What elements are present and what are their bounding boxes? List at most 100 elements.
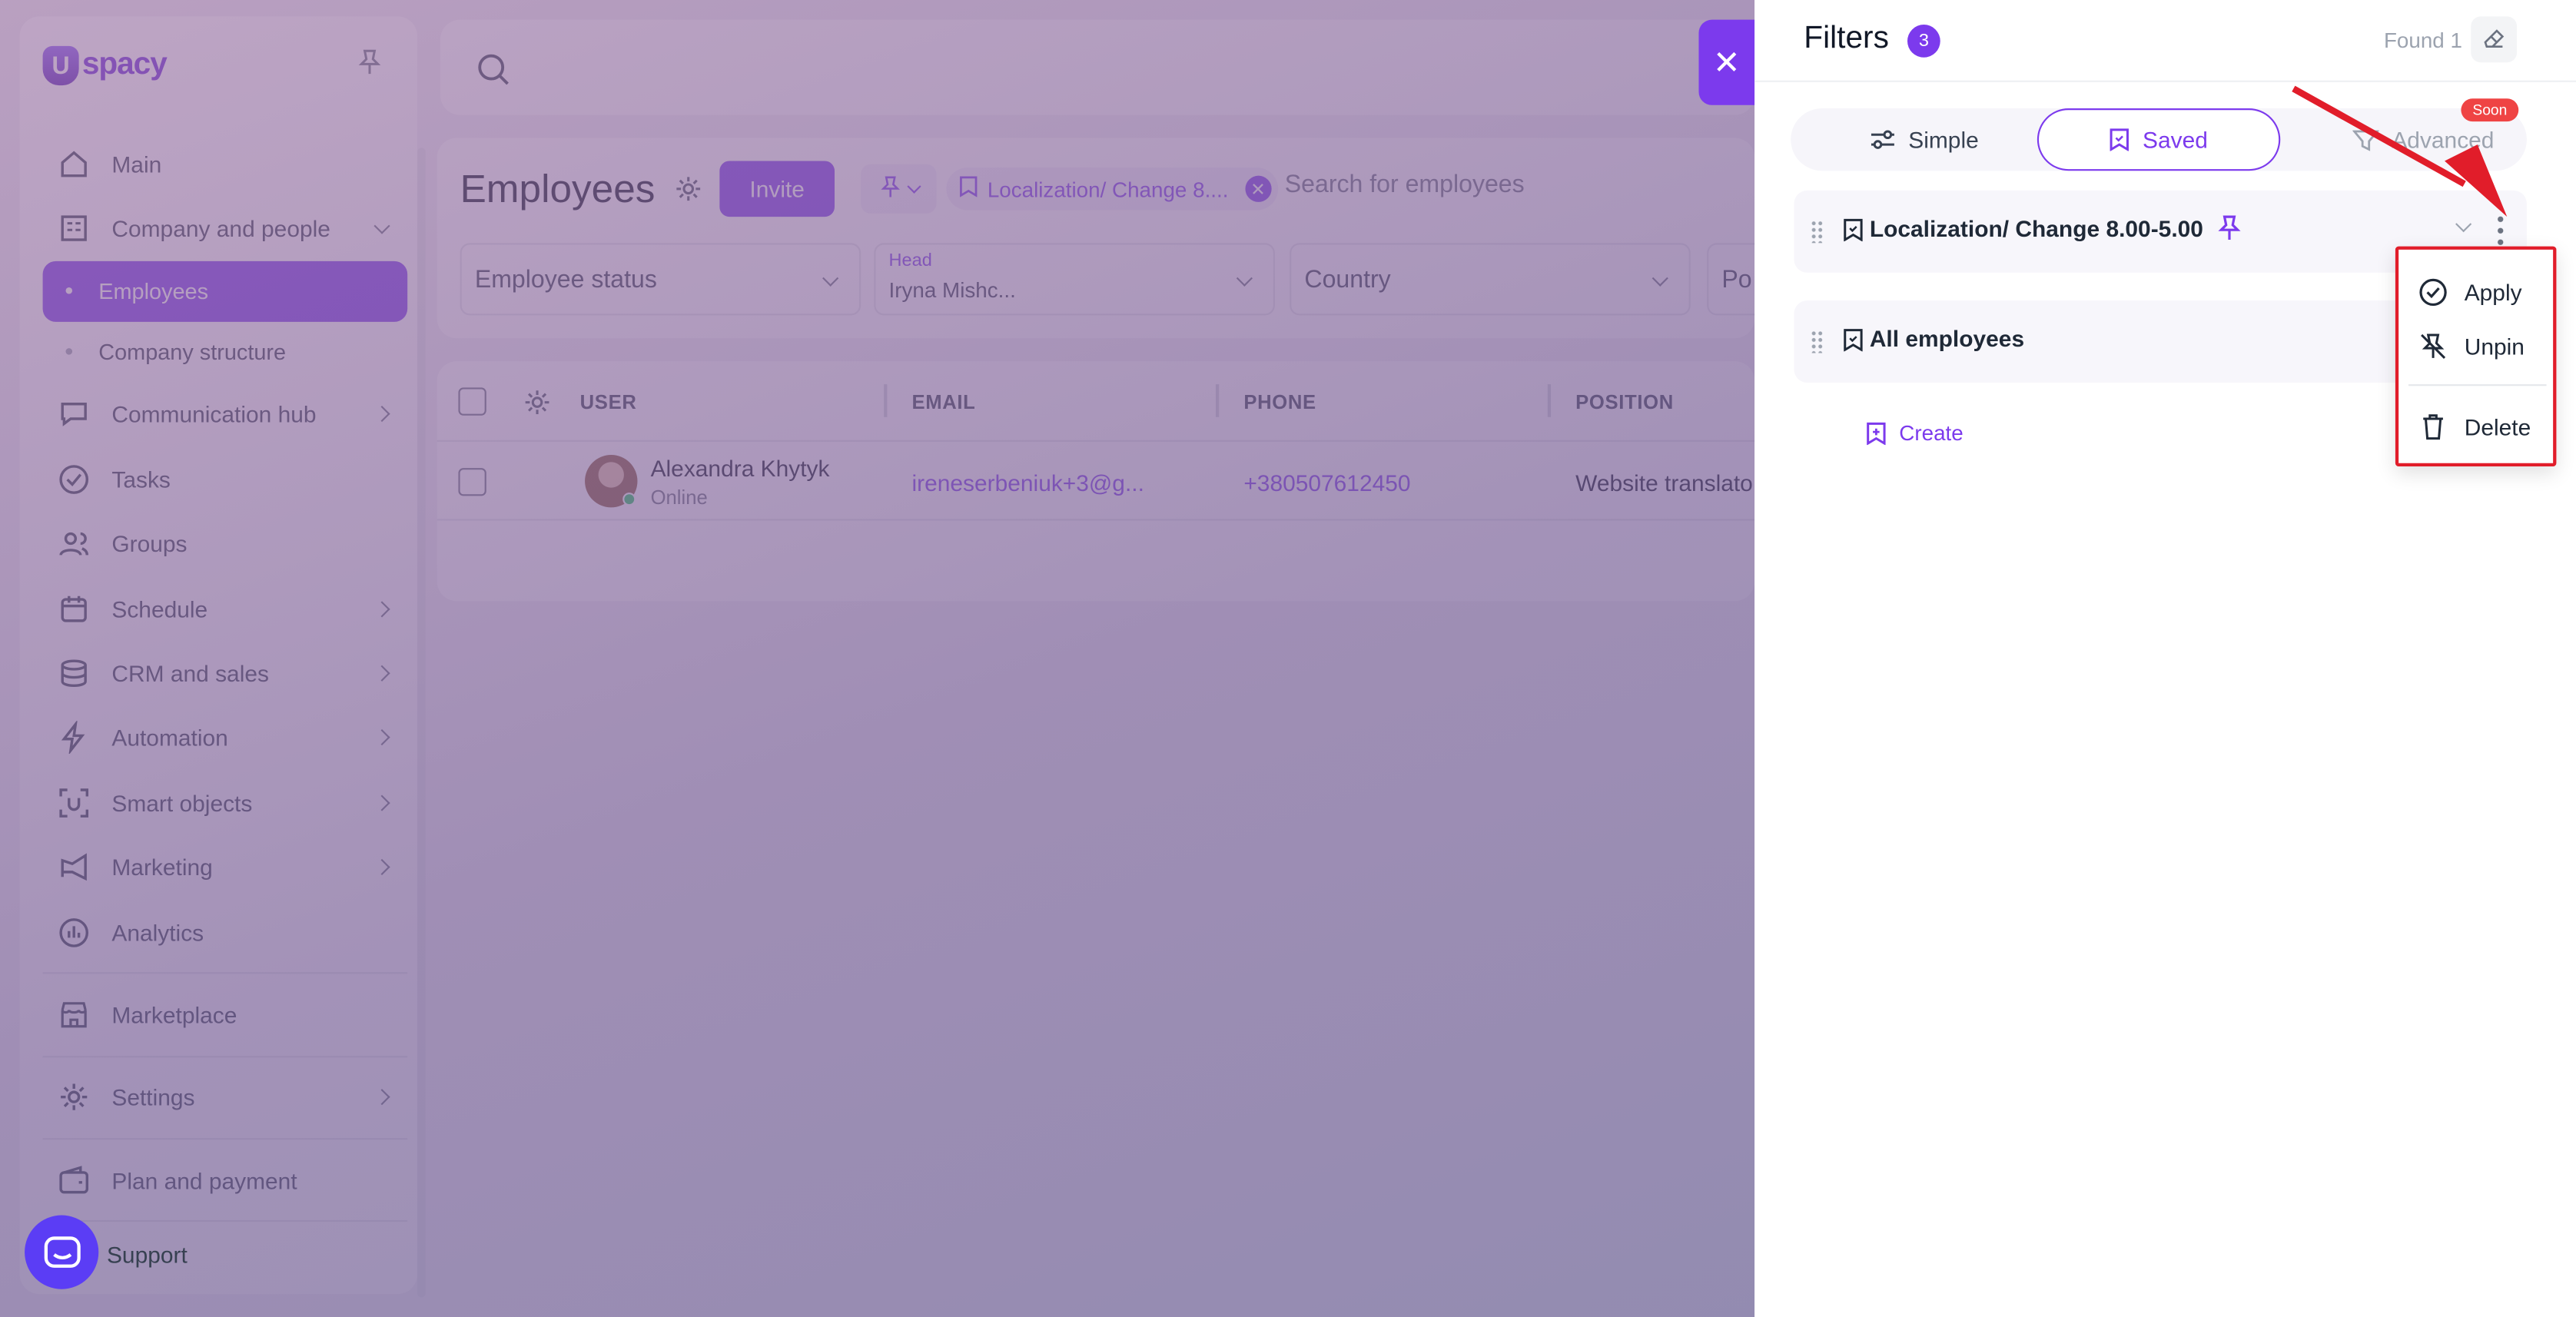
found-count: Found 1: [2383, 28, 2462, 53]
column-divider[interactable]: [884, 384, 888, 417]
country-select[interactable]: Country: [1290, 243, 1691, 316]
pinned-filters-dropdown[interactable]: [861, 164, 937, 214]
logo-mark: U: [42, 45, 79, 86]
bookmark-icon: [1844, 218, 1864, 242]
sidebar-item-communication-hub[interactable]: Communication hub: [43, 383, 408, 447]
column-header-phone[interactable]: PHONE: [1243, 391, 1316, 414]
soon-badge: Soon: [2461, 98, 2519, 122]
online-status-dot: [622, 493, 636, 506]
invite-button[interactable]: Invite: [719, 161, 835, 217]
pin-icon[interactable]: [2218, 215, 2241, 241]
user-name[interactable]: Alexandra Khytyk: [651, 455, 830, 481]
column-header-user[interactable]: USER: [580, 391, 637, 414]
sidebar-item-automation[interactable]: Automation: [43, 705, 408, 770]
divider: [437, 519, 1755, 521]
employee-status-select[interactable]: Employee status: [460, 243, 861, 316]
sidebar-item-settings[interactable]: Settings: [43, 1065, 408, 1130]
user-email-link[interactable]: ireneserbeniuk+3@g...: [911, 469, 1144, 496]
sidebar-item-marketplace[interactable]: Marketplace: [43, 983, 408, 1047]
tab-saved[interactable]: Saved: [2037, 108, 2281, 171]
sidebar-item-analytics[interactable]: Analytics: [43, 900, 408, 964]
menu-item-unpin[interactable]: Unpin: [2418, 323, 2525, 370]
sidebar-item-crm-and-sales[interactable]: CRM and sales: [43, 641, 408, 705]
menu-item-delete[interactable]: Delete: [2418, 404, 2531, 450]
column-divider[interactable]: [1547, 384, 1552, 417]
sidebar-item-label: Employees: [98, 278, 209, 304]
column-header-email[interactable]: EMAIL: [911, 391, 975, 414]
bullet-icon: [65, 348, 73, 356]
menu-item-label: Delete: [2464, 413, 2531, 440]
sidebar-item-marketing[interactable]: Marketing: [43, 835, 408, 900]
check-circle-icon: [56, 461, 92, 497]
sidebar-item-plan-and-payment[interactable]: Plan and payment: [43, 1148, 408, 1213]
drag-handle-icon[interactable]: [1810, 330, 1824, 353]
column-header-position[interactable]: POSITION: [1575, 391, 1674, 414]
menu-item-apply[interactable]: Apply: [2418, 270, 2522, 316]
pin-sidebar-icon[interactable]: [358, 49, 381, 75]
active-filter-chip[interactable]: Localization/ Change 8.... ✕: [946, 167, 1278, 211]
trash-icon: [2423, 414, 2443, 440]
column-divider[interactable]: [1215, 384, 1220, 417]
sidebar-item-main[interactable]: Main: [43, 131, 408, 196]
pin-icon: [881, 175, 901, 203]
more-options-icon[interactable]: [2497, 213, 2505, 247]
select-all-checkbox[interactable]: [458, 387, 486, 416]
divider: [2408, 384, 2547, 386]
sidebar-item-support[interactable]: Support: [107, 1242, 188, 1268]
close-panel-button[interactable]: ✕: [1698, 19, 1755, 105]
sidebar-item-company-structure[interactable]: Company structure: [43, 321, 408, 382]
gear-icon[interactable]: [523, 387, 552, 425]
unpin-icon: [2421, 333, 2446, 359]
sidebar-item-label: Settings: [111, 1084, 195, 1111]
sidebar-item-schedule[interactable]: Schedule: [43, 576, 408, 641]
chevron-right-icon: [373, 600, 390, 617]
sidebar-item-employees[interactable]: Employees: [42, 260, 408, 322]
close-icon[interactable]: ✕: [1244, 175, 1272, 202]
sidebar-item-label: Smart objects: [111, 789, 253, 816]
chevron-right-icon: [373, 859, 390, 876]
tab-simple[interactable]: Simple: [1834, 108, 2014, 171]
tab-label: Saved: [2142, 126, 2208, 153]
marketing-icon: [56, 849, 92, 885]
clear-filters-button[interactable]: [2471, 16, 2518, 63]
chevron-down-icon: [1236, 270, 1253, 287]
sidebar-item-tasks[interactable]: Tasks: [43, 447, 408, 512]
user-position: Website translato: [1575, 469, 1753, 496]
close-icon: ✕: [1712, 45, 1741, 81]
sidebar-item-label: Analytics: [111, 918, 204, 946]
sidebar-item-label: Main: [111, 150, 162, 177]
head-select[interactable]: Head Iryna Mishc...: [874, 243, 1275, 316]
employee-status-label: Employee status: [474, 265, 657, 294]
create-filter-button[interactable]: Create: [1867, 420, 1964, 445]
employee-search-input[interactable]: Search for employees: [1285, 171, 1525, 198]
sidebar-item-groups[interactable]: Groups: [43, 512, 408, 576]
sidebar-scrollbar[interactable]: [417, 148, 426, 1298]
sidebar-item-label: Plan and payment: [111, 1167, 297, 1194]
bookmark-icon: [959, 176, 978, 202]
sidebar-item-company-and-people[interactable]: Company and people: [43, 196, 408, 260]
scan-icon: [56, 785, 92, 821]
chevron-down-icon: [1651, 270, 1668, 287]
calendar-icon: [56, 591, 92, 627]
sidebar-item-smart-objects[interactable]: Smart objects: [43, 771, 408, 835]
sidebar-item-label: Groups: [111, 530, 188, 558]
chevron-down-icon: [907, 179, 921, 194]
logo-text: spacy: [81, 47, 168, 82]
row-checkbox[interactable]: [458, 468, 486, 496]
sidebar-item-label: Tasks: [111, 466, 171, 493]
chat-icon: [56, 396, 92, 433]
support-chat-button[interactable]: [25, 1215, 99, 1289]
page-title: Employees: [460, 167, 656, 212]
chevron-right-icon: [373, 665, 390, 682]
position-label: Po: [1721, 265, 1752, 294]
divider: [42, 1220, 408, 1223]
user-phone-link[interactable]: +380507612450: [1243, 469, 1410, 496]
bookmark-icon: [1844, 328, 1864, 352]
chevron-down-icon[interactable]: [2455, 216, 2472, 233]
bullet-icon: [65, 287, 73, 295]
top-bar: [440, 19, 1755, 115]
drag-handle-icon[interactable]: [1810, 220, 1824, 244]
create-label: Create: [1899, 420, 1964, 446]
gear-icon[interactable]: [673, 174, 702, 204]
search-icon[interactable]: [476, 52, 510, 85]
